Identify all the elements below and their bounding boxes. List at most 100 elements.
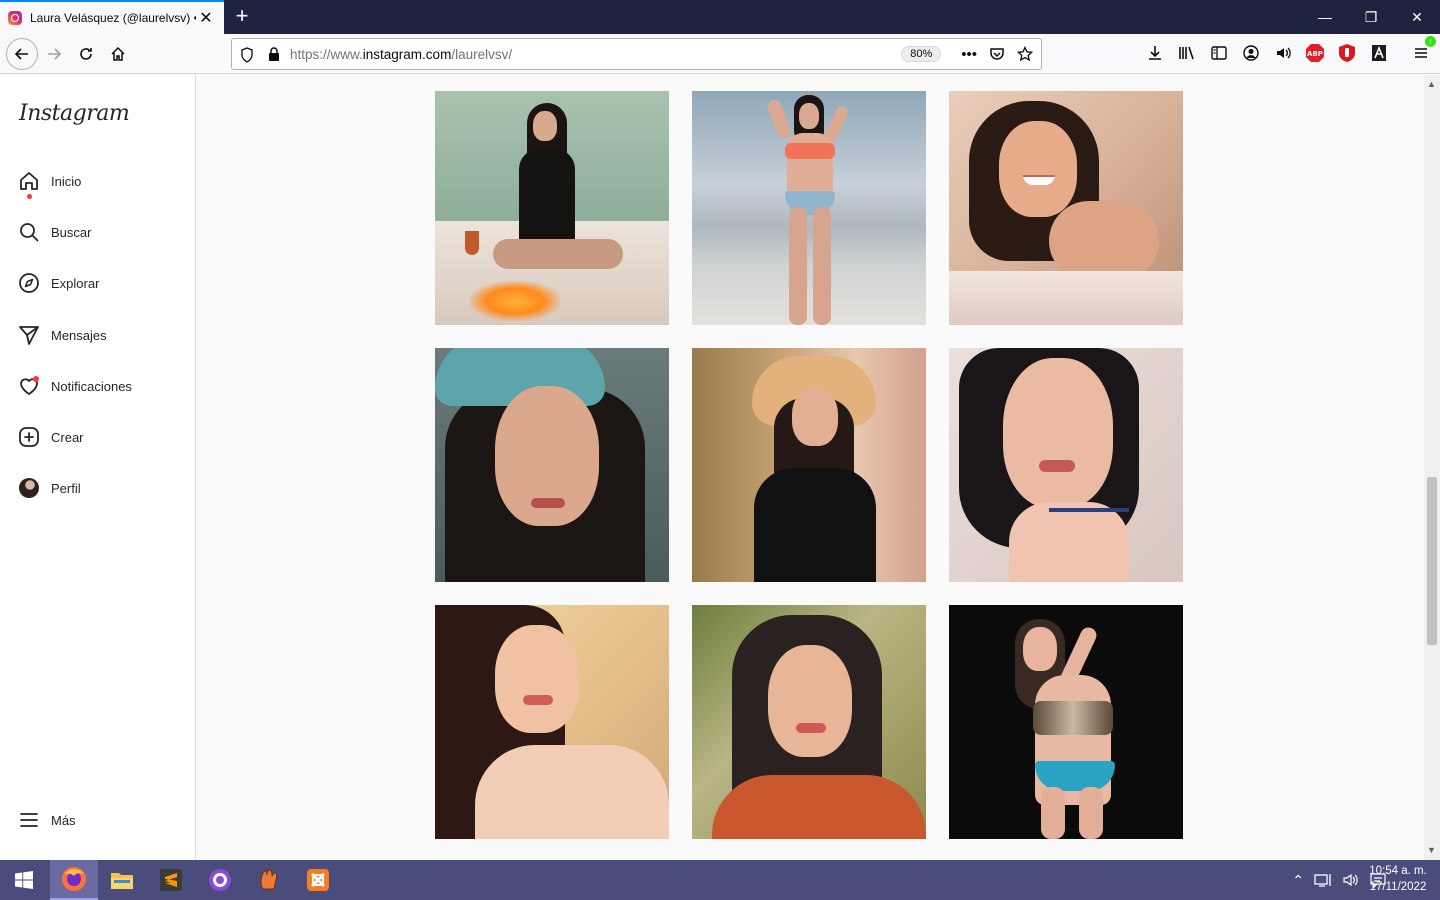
instagram-sidebar: Instagram Inicio Buscar Explorar Mensaje… (0, 75, 196, 860)
library-icon[interactable] (1176, 42, 1198, 64)
new-tab-button[interactable]: + (230, 4, 254, 30)
url-actions: ••• (961, 45, 1033, 63)
nav-notifications[interactable]: Notificaciones (18, 373, 132, 399)
post-thumbnail[interactable] (435, 605, 669, 839)
notification-dot (33, 376, 39, 382)
post-thumbnail[interactable] (435, 91, 669, 325)
nav-search[interactable]: Buscar (18, 219, 91, 245)
back-button[interactable] (6, 38, 38, 70)
minimize-icon[interactable]: — (1302, 0, 1348, 34)
nav-more-label: Más (51, 812, 76, 828)
taskbar-file-explorer[interactable] (98, 860, 146, 900)
taskbar-github-desktop[interactable] (196, 860, 244, 900)
lock-icon[interactable] (268, 47, 280, 62)
taskbar-xampp[interactable] (294, 860, 342, 900)
nav-more[interactable]: Más (18, 807, 76, 833)
scroll-up-icon[interactable]: ▲ (1427, 79, 1436, 89)
post-thumbnail[interactable] (692, 348, 926, 582)
sidebar-toggle-icon[interactable] (1208, 42, 1230, 64)
extension-icon[interactable] (1368, 42, 1390, 64)
clock-date: 17/11/2022 (1369, 881, 1427, 893)
post-grid (435, 91, 1183, 839)
shield-icon[interactable] (240, 47, 254, 63)
nav-explore[interactable]: Explorar (18, 270, 99, 296)
reload-button[interactable] (72, 40, 100, 68)
post-thumbnail[interactable] (949, 91, 1183, 325)
scrollbar-thumb[interactable] (1427, 477, 1437, 645)
browser-tab-strip: Laura Velásquez (@laurelvsv) • ✕ + — ❐ ✕ (0, 0, 1440, 34)
home-button[interactable] (104, 40, 132, 68)
avatar (19, 478, 39, 498)
send-icon (18, 324, 40, 346)
network-icon[interactable] (1314, 872, 1332, 888)
profile-feed (197, 75, 1424, 860)
home-icon (18, 170, 40, 199)
reload-icon (80, 48, 92, 60)
scroll-down-icon[interactable]: ▼ (1427, 845, 1436, 855)
nav-profile[interactable]: Perfil (18, 475, 81, 501)
windows-logo-icon (15, 871, 33, 889)
nav-messages[interactable]: Mensajes (18, 322, 107, 348)
pocket-icon[interactable] (989, 46, 1005, 62)
instagram-favicon-icon (8, 11, 22, 25)
browser-tab[interactable]: Laura Velásquez (@laurelvsv) • ✕ (0, 0, 224, 34)
sublime-text-icon (160, 869, 182, 891)
new-activity-dot (27, 194, 32, 199)
url-text[interactable]: https://www.instagram.com/laurelvsv/ (290, 47, 901, 62)
taskbar-app[interactable] (245, 860, 293, 900)
system-clock[interactable]: 10:54 a. m. 17/11/2022 (1362, 863, 1434, 895)
post-thumbnail[interactable] (692, 91, 926, 325)
chevron-up-icon[interactable]: ⌃ (1292, 872, 1304, 889)
nav-search-label: Buscar (51, 224, 92, 240)
nav-home-label: Inicio (51, 173, 82, 189)
close-tab-icon[interactable]: ✕ (196, 8, 216, 28)
profile-avatar-container (18, 477, 40, 499)
home-icon (111, 46, 125, 61)
folder-icon (111, 873, 133, 889)
url-path: /laurelvsv/ (451, 46, 513, 62)
github-icon (209, 869, 231, 891)
arrow-left-icon (14, 48, 28, 60)
bookmark-star-icon[interactable] (1017, 45, 1033, 62)
post-thumbnail[interactable] (692, 605, 926, 839)
taskbar-firefox[interactable] (50, 860, 98, 900)
more-actions-icon[interactable]: ••• (961, 46, 977, 63)
update-badge-icon: ↑ (1425, 36, 1436, 47)
volume-icon[interactable] (1342, 872, 1360, 888)
nav-messages-label: Mensajes (51, 327, 107, 343)
url-domain: instagram.com (362, 46, 452, 62)
taskbar-sublime-text[interactable] (147, 860, 195, 900)
nav-create-label: Crear (51, 429, 84, 445)
instagram-logo[interactable]: Instagram (19, 101, 130, 126)
ublock-icon[interactable] (1336, 42, 1358, 64)
nav-notifications-label: Notificaciones (51, 378, 132, 394)
nav-explore-label: Explorar (51, 275, 100, 291)
speaker-icon[interactable] (1272, 42, 1294, 64)
nav-home[interactable]: Inicio (18, 168, 82, 199)
firefox-icon (62, 867, 86, 891)
close-window-icon[interactable]: ✕ (1394, 0, 1440, 34)
download-icon[interactable] (1144, 42, 1166, 64)
tab-title: Laura Velásquez (@laurelvsv) • (30, 11, 196, 25)
svg-text:ABP: ABP (1307, 50, 1323, 58)
url-prefix: https://www. (290, 46, 363, 62)
page-scrollbar[interactable]: ▲ ▼ (1424, 75, 1440, 860)
hamburger-menu-icon (18, 809, 40, 831)
plus-square-icon (18, 426, 40, 448)
account-icon[interactable] (1240, 42, 1262, 64)
adblock-plus-icon[interactable]: ABP (1304, 42, 1326, 64)
xampp-icon (307, 869, 329, 891)
post-thumbnail[interactable] (435, 348, 669, 582)
forward-button[interactable] (40, 40, 68, 68)
browser-toolbar: https://www.instagram.com/laurelvsv/ 80%… (0, 34, 1440, 74)
search-icon (18, 221, 40, 243)
menu-icon[interactable]: ↑ (1410, 36, 1436, 64)
compass-icon (18, 272, 40, 294)
post-thumbnail[interactable] (949, 605, 1183, 839)
address-bar[interactable]: https://www.instagram.com/laurelvsv/ 80%… (231, 38, 1042, 70)
zoom-indicator[interactable]: 80% (901, 46, 942, 62)
post-thumbnail[interactable] (949, 348, 1183, 582)
start-button[interactable] (0, 860, 48, 900)
restore-icon[interactable]: ❐ (1348, 0, 1394, 34)
nav-create[interactable]: Crear (18, 424, 84, 450)
